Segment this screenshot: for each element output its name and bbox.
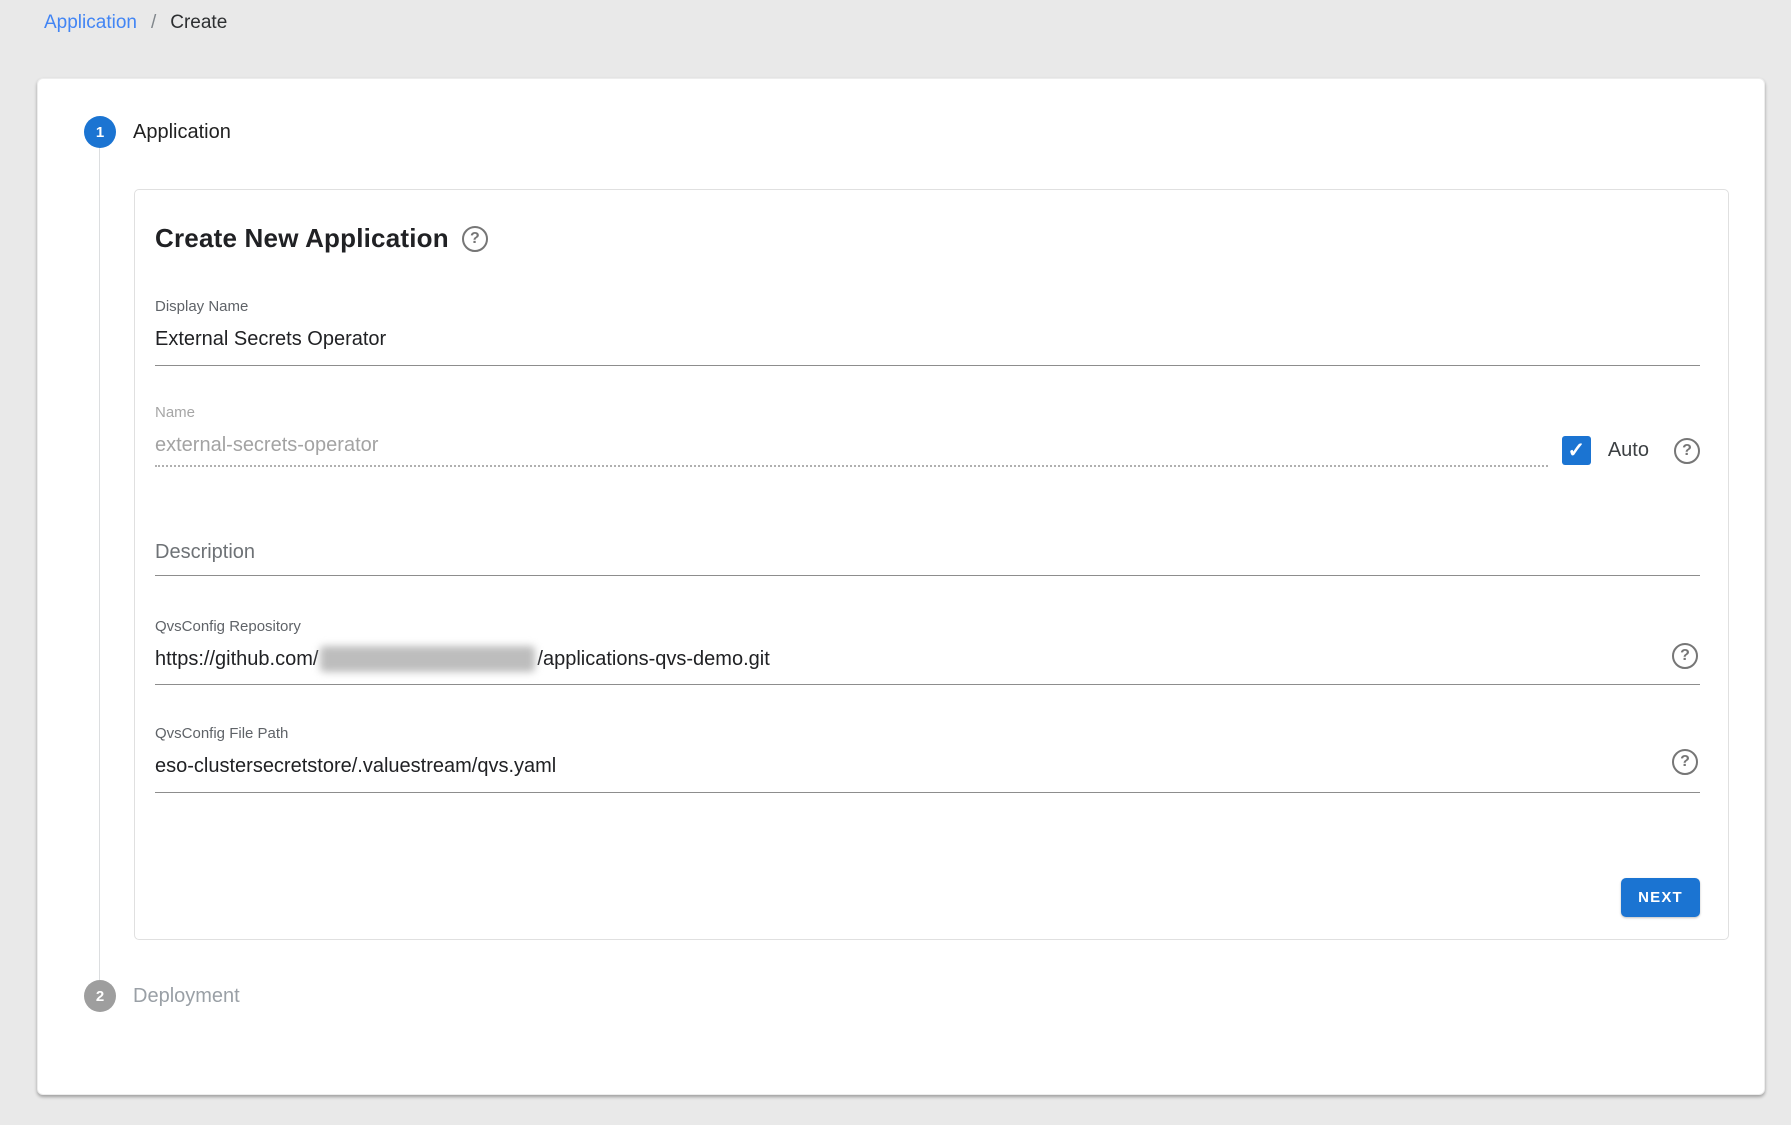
description-input[interactable]: Description: [155, 540, 1700, 564]
qvsconfig-repository-help-icon[interactable]: ?: [1672, 643, 1698, 669]
step-2-number-badge: 2: [84, 980, 116, 1012]
qvsconfig-repository-label: QvsConfig Repository: [155, 619, 1700, 634]
step-1-content: Create New Application ? Display Name Ex…: [99, 148, 1718, 980]
breadcrumb-application-link[interactable]: Application: [44, 11, 137, 35]
qvsconfig-repository-field[interactable]: QvsConfig Repository https://github.com/…: [155, 619, 1700, 685]
name-label: Name: [155, 405, 1548, 420]
next-button[interactable]: NEXT: [1621, 878, 1700, 917]
display-name-label: Display Name: [155, 299, 1700, 314]
name-input: external-secrets-operator: [155, 433, 1548, 457]
description-field[interactable]: Description: [155, 540, 1700, 576]
form-actions: NEXT: [155, 878, 1700, 917]
auto-help-icon[interactable]: ?: [1674, 438, 1700, 464]
display-name-field[interactable]: Display Name External Secrets Operator: [155, 299, 1700, 366]
auto-checkbox-label[interactable]: Auto: [1608, 439, 1649, 462]
breadcrumb-current-page: Create: [170, 11, 227, 35]
auto-checkbox-group: ✓ Auto ?: [1562, 436, 1700, 465]
repository-url-prefix: https://github.com/: [155, 646, 318, 672]
qvsconfig-file-path-field[interactable]: QvsConfig File Path eso-clustersecretsto…: [155, 726, 1700, 793]
display-name-input[interactable]: External Secrets Operator: [155, 327, 1700, 351]
checkmark-icon: ✓: [1568, 438, 1586, 463]
name-row: Name external-secrets-operator ✓ Auto ?: [155, 405, 1700, 467]
step-2-header[interactable]: 2 Deployment: [84, 980, 1718, 1012]
stepper-card: 1 Application Create New Application ? D…: [37, 78, 1765, 1095]
breadcrumb-separator: /: [151, 11, 156, 35]
form-title: Create New Application: [155, 223, 449, 254]
qvsconfig-file-path-help-icon[interactable]: ?: [1672, 749, 1698, 775]
qvsconfig-file-path-label: QvsConfig File Path: [155, 726, 1700, 741]
redacted-text: [320, 646, 535, 672]
form-title-help-icon[interactable]: ?: [462, 226, 488, 252]
qvsconfig-repository-input[interactable]: https://github.com/ /applications-qvs-de…: [155, 646, 1700, 672]
name-field: Name external-secrets-operator: [155, 405, 1548, 467]
qvsconfig-file-path-input[interactable]: eso-clustersecretstore/.valuestream/qvs.…: [155, 754, 1700, 778]
step-2-label: Deployment: [133, 985, 240, 1008]
breadcrumb: Application / Create: [0, 0, 1791, 35]
form-title-row: Create New Application ?: [155, 223, 1700, 254]
repository-url-suffix: /applications-qvs-demo.git: [537, 646, 769, 672]
step-1-label: Application: [133, 121, 231, 144]
auto-checkbox[interactable]: ✓: [1562, 436, 1591, 465]
step-1-header[interactable]: 1 Application: [84, 116, 1718, 148]
step-1-number-badge: 1: [84, 116, 116, 148]
application-form-card: Create New Application ? Display Name Ex…: [134, 189, 1729, 940]
